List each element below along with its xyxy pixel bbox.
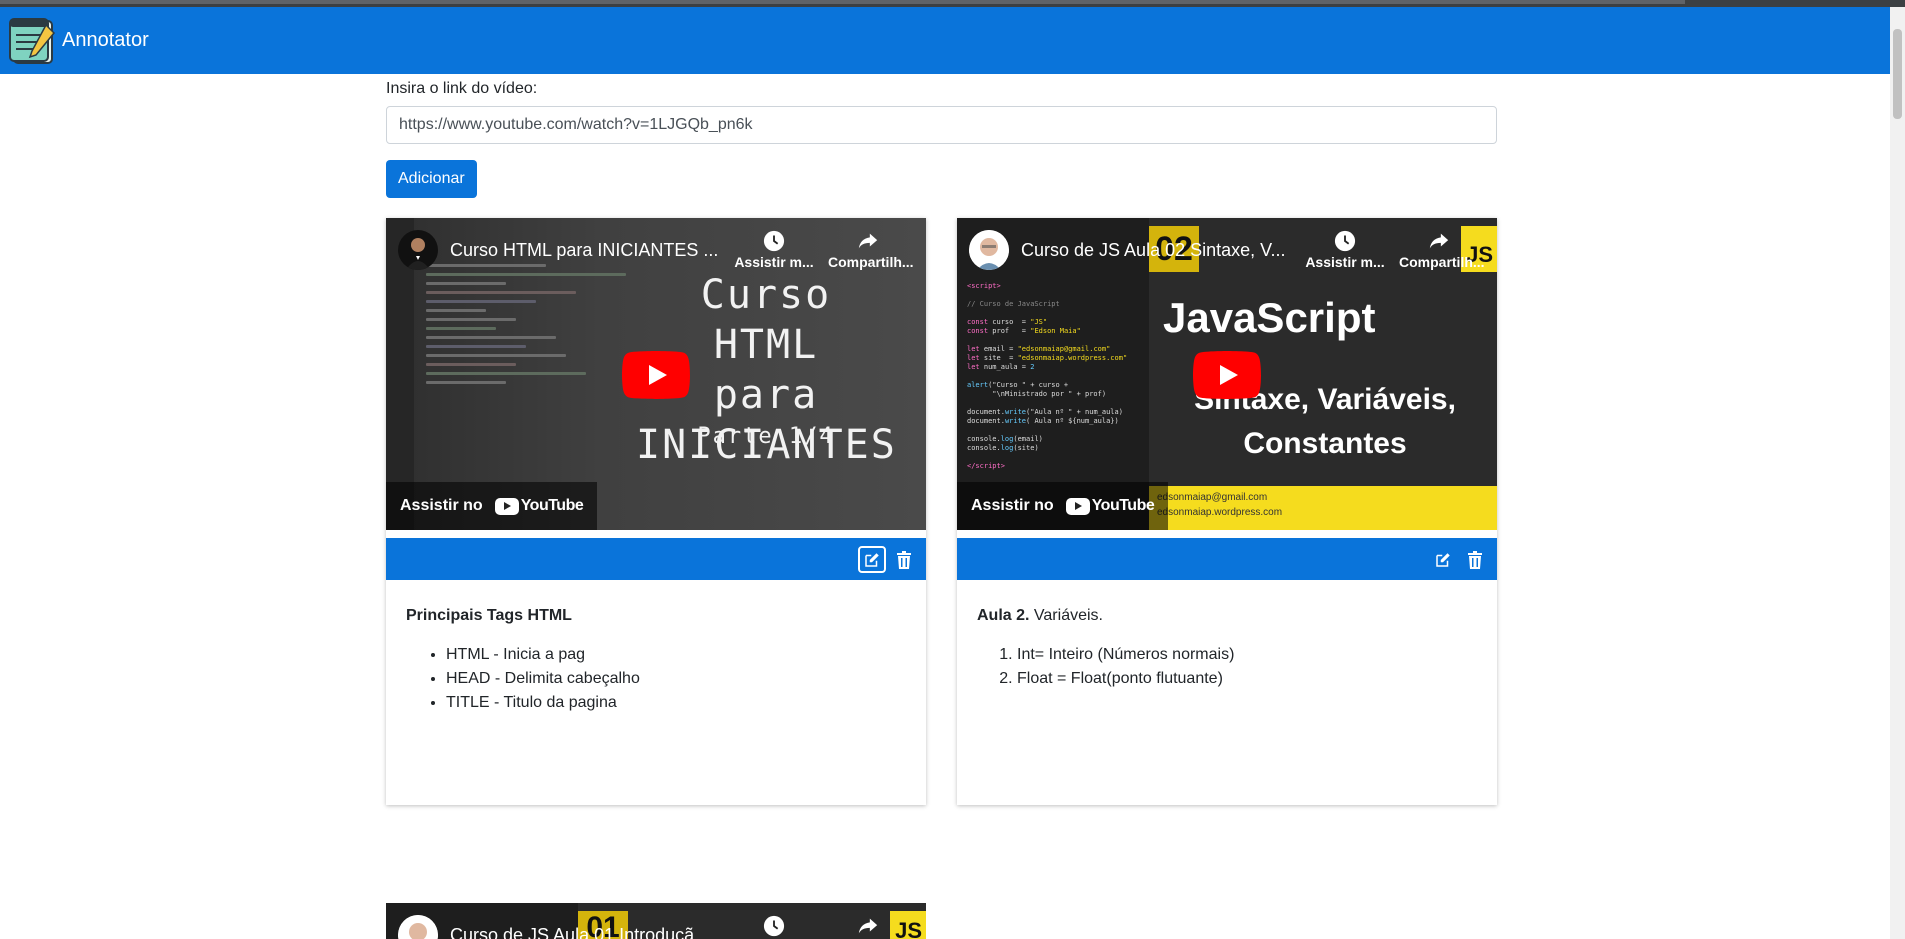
youtube-embed[interactable]: Curso HTML para INICIANTES Parte 1/4 Cur… <box>386 218 926 530</box>
trash-icon <box>1468 550 1482 569</box>
delete-button[interactable] <box>890 546 918 573</box>
video-link-input[interactable] <box>386 106 1497 144</box>
youtube-play-icon[interactable] <box>1193 351 1261 399</box>
note-list: Int= Inteiro (Números normais) Float = F… <box>977 643 1477 691</box>
edit-icon <box>865 552 879 567</box>
watch-later-button[interactable] <box>734 915 814 939</box>
card-toolbar <box>386 538 926 580</box>
video-title[interactable]: Curso HTML para INICIANTES ... <box>450 240 718 261</box>
channel-avatar[interactable] <box>969 230 1009 270</box>
channel-avatar[interactable] <box>398 915 438 939</box>
video-card: Curso HTML para INICIANTES Parte 1/4 Cur… <box>386 218 926 805</box>
card-toolbar <box>957 538 1497 580</box>
watch-on-youtube-button[interactable]: Assistir no YouTube <box>386 482 598 530</box>
watch-on-youtube-button[interactable]: Assistir no YouTube <box>957 482 1169 530</box>
list-item: Int= Inteiro (Números normais) <box>1017 643 1477 667</box>
channel-avatar[interactable] <box>398 230 438 270</box>
browser-top-strip <box>0 0 1905 7</box>
add-button[interactable]: Adicionar <box>386 160 477 198</box>
video-title[interactable]: Curso de JS Aula 02 Sintaxe, V... <box>1021 240 1286 261</box>
list-item: HTML - Inicia a pag <box>446 643 906 667</box>
notepad-logo-icon[interactable] <box>6 15 58 67</box>
video-title[interactable]: Curso de JS Aula 01 Introduçã... <box>450 925 709 939</box>
youtube-play-icon[interactable] <box>622 351 690 399</box>
share-icon <box>858 918 878 934</box>
youtube-logo: YouTube <box>1065 497 1155 515</box>
video-card: <script> // Curso de JavaScript const cu… <box>957 218 1497 805</box>
clock-icon <box>763 915 785 937</box>
delete-button[interactable] <box>1461 546 1489 573</box>
youtube-embed[interactable]: <script> // Curso de JavaScript const cu… <box>957 218 1497 530</box>
video-link-label: Insira o link do vídeo: <box>386 80 538 97</box>
share-button[interactable]: Compartilh... <box>828 230 914 270</box>
scrollbar-thumb[interactable] <box>1893 29 1902 119</box>
share-icon <box>858 233 878 249</box>
list-item: HEAD - Delimita cabeçalho <box>446 667 906 691</box>
share-icon <box>1429 233 1449 249</box>
clock-icon <box>1334 230 1356 252</box>
note-content[interactable]: Aula 2. Variáveis. Int= Inteiro (Números… <box>977 604 1477 691</box>
clock-icon <box>763 230 785 252</box>
youtube-embed[interactable]: 01 JS Curso de JS Aula 01 Introduçã... <box>386 903 926 939</box>
code-snippet-graphic: <script> // Curso de JavaScript const cu… <box>967 282 1128 470</box>
trash-icon <box>897 550 911 569</box>
video-card: 01 JS Curso de JS Aula 01 Introduçã... <box>386 903 926 939</box>
watch-later-button[interactable]: Assistir m... <box>1305 230 1385 270</box>
watch-later-button[interactable]: Assistir m... <box>734 230 814 270</box>
note-title-rest: Variáveis. <box>1033 607 1103 624</box>
thumbnail-title: JavaScript <box>1163 294 1376 341</box>
youtube-logo: YouTube <box>494 497 584 515</box>
edit-button[interactable] <box>858 546 886 573</box>
note-content[interactable]: Principais Tags HTML HTML - Inicia a pag… <box>406 604 906 715</box>
note-title: Aula 2. <box>977 607 1030 624</box>
navbar: Annotator <box>0 7 1890 74</box>
thumbnail-subtitle: Parte 1/4 <box>697 424 835 449</box>
share-button[interactable]: Compartilh... <box>1399 230 1485 270</box>
note-list: HTML - Inicia a pag HEAD - Delimita cabe… <box>406 643 906 715</box>
thumbnail-contact: edsonmaiap@gmail.com edsonmaiap.wordpres… <box>1157 492 1283 518</box>
note-title: Principais Tags HTML <box>406 607 572 624</box>
list-item: Float = Float(ponto flutuante) <box>1017 667 1477 691</box>
page-scrollbar[interactable] <box>1890 7 1905 939</box>
edit-button[interactable] <box>1429 546 1457 573</box>
list-item: TITLE - Titulo da pagina <box>446 691 906 715</box>
edit-icon <box>1436 552 1450 567</box>
share-button[interactable] <box>828 915 908 939</box>
app-title[interactable]: Annotator <box>62 29 149 52</box>
